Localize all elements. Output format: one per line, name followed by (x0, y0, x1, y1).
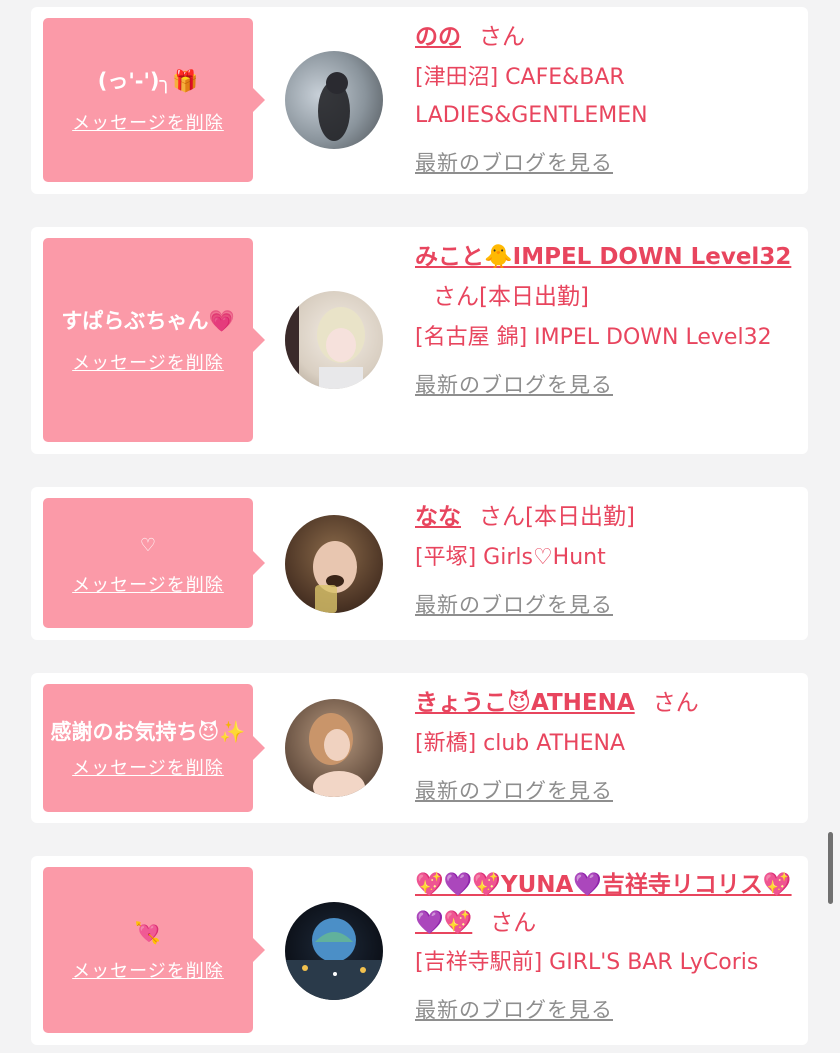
avatar[interactable] (285, 51, 383, 149)
message-text: (っ'-')╮🎁 (97, 68, 199, 93)
avatar[interactable] (285, 515, 383, 613)
delete-message-link[interactable]: メッセージを削除 (72, 571, 224, 597)
message-text: ♡ (139, 534, 157, 556)
message-text: 感謝のお気持ち😈✨ (50, 719, 246, 744)
avatar-image (318, 72, 350, 141)
honorific: さん (652, 690, 699, 716)
cast-name-link[interactable]: きょうこ😈ATHENA (415, 690, 635, 716)
avatar[interactable] (285, 902, 383, 1000)
cast-name-link[interactable]: なな (415, 504, 461, 530)
cast-info: のの さん [津田沼] CAFE&BAR LADIES&GENTLEMEN 最新の… (415, 17, 800, 177)
message-card: すぱらぶちゃん💗 メッセージを削除 みこと🐥IMPEL DOWN Level32… (31, 227, 808, 454)
message-bubble: ♡ メッセージを削除 (43, 498, 265, 628)
work-status: [本日出勤] (525, 504, 635, 530)
delete-message-link[interactable]: メッセージを削除 (72, 754, 224, 780)
delete-message-link[interactable]: メッセージを削除 (72, 957, 224, 983)
latest-blog-link[interactable]: 最新のブログを見る (415, 775, 613, 805)
honorific: さん (479, 504, 525, 530)
message-bubble: 💘 メッセージを削除 (43, 867, 265, 1033)
message-card: (っ'-')╮🎁 メッセージを削除 のの さん [津田沼] CAFE&BAR LA… (31, 7, 808, 194)
shop-text: [平塚] Girls♡Hunt (415, 545, 606, 570)
avatar[interactable] (285, 291, 383, 389)
message-bubble: (っ'-')╮🎁 メッセージを削除 (43, 18, 265, 182)
honorific: さん (479, 24, 525, 50)
cast-info: きょうこ😈ATHENA さん [新橋] club ATHENA 最新のブログを見る (415, 683, 800, 805)
message-card: 💘 メッセージを削除 💖💜💖YUNA💜吉祥寺リコリス💖💜💖 さん [吉祥寺駅前] … (31, 856, 808, 1045)
cast-name-link[interactable]: 💖💜💖YUNA💜吉祥寺リコリス💖💜💖 (415, 872, 792, 936)
latest-blog-link[interactable]: 最新のブログを見る (415, 369, 613, 399)
delete-message-link[interactable]: メッセージを削除 (72, 349, 224, 375)
avatar-image (285, 291, 365, 389)
cast-name-link[interactable]: みこと🐥IMPEL DOWN Level32 (415, 244, 791, 270)
message-text: すぱらぶちゃん💗 (61, 308, 235, 333)
message-bubble: 感謝のお気持ち😈✨ メッセージを削除 (43, 684, 265, 812)
latest-blog-link[interactable]: 最新のブログを見る (415, 147, 613, 177)
message-text: 💘 (134, 920, 162, 945)
shop-text: [津田沼] CAFE&BAR LADIES&GENTLEMEN (415, 65, 648, 128)
work-status: [本日出勤] (479, 284, 589, 310)
honorific: さん (433, 284, 479, 310)
delete-message-link[interactable]: メッセージを削除 (72, 109, 224, 135)
avatar-image (313, 541, 357, 613)
latest-blog-link[interactable]: 最新のブログを見る (415, 994, 613, 1024)
shop-text: [吉祥寺駅前] GIRL'S BAR LyCoris (415, 950, 759, 975)
scrollbar[interactable] (828, 832, 833, 904)
message-bubble: すぱらぶちゃん💗 メッセージを削除 (43, 238, 265, 442)
cast-info: みこと🐥IMPEL DOWN Level32 さん[本日出勤] [名古屋 錦] I… (415, 237, 800, 399)
message-card: 感謝のお気持ち😈✨ メッセージを削除 きょうこ😈ATHENA さん [新橋] cl… (31, 673, 808, 823)
message-card: ♡ メッセージを削除 なな さん[本日出勤] [平塚] Girls♡Hunt 最新… (31, 487, 808, 640)
avatar[interactable] (285, 699, 383, 797)
cast-name-link[interactable]: のの (415, 24, 461, 50)
avatar-image (309, 713, 365, 797)
cast-info: 💖💜💖YUNA💜吉祥寺リコリス💖💜💖 さん [吉祥寺駅前] GIRL'S BAR … (415, 866, 800, 1024)
avatar-image (285, 918, 383, 1000)
shop-text: [名古屋 錦] IMPEL DOWN Level32 (415, 325, 772, 350)
honorific: さん (490, 910, 537, 936)
shop-text: [新橋] club ATHENA (415, 731, 625, 756)
cast-info: なな さん[本日出勤] [平塚] Girls♡Hunt 最新のブログを見る (415, 497, 800, 619)
latest-blog-link[interactable]: 最新のブログを見る (415, 589, 613, 619)
